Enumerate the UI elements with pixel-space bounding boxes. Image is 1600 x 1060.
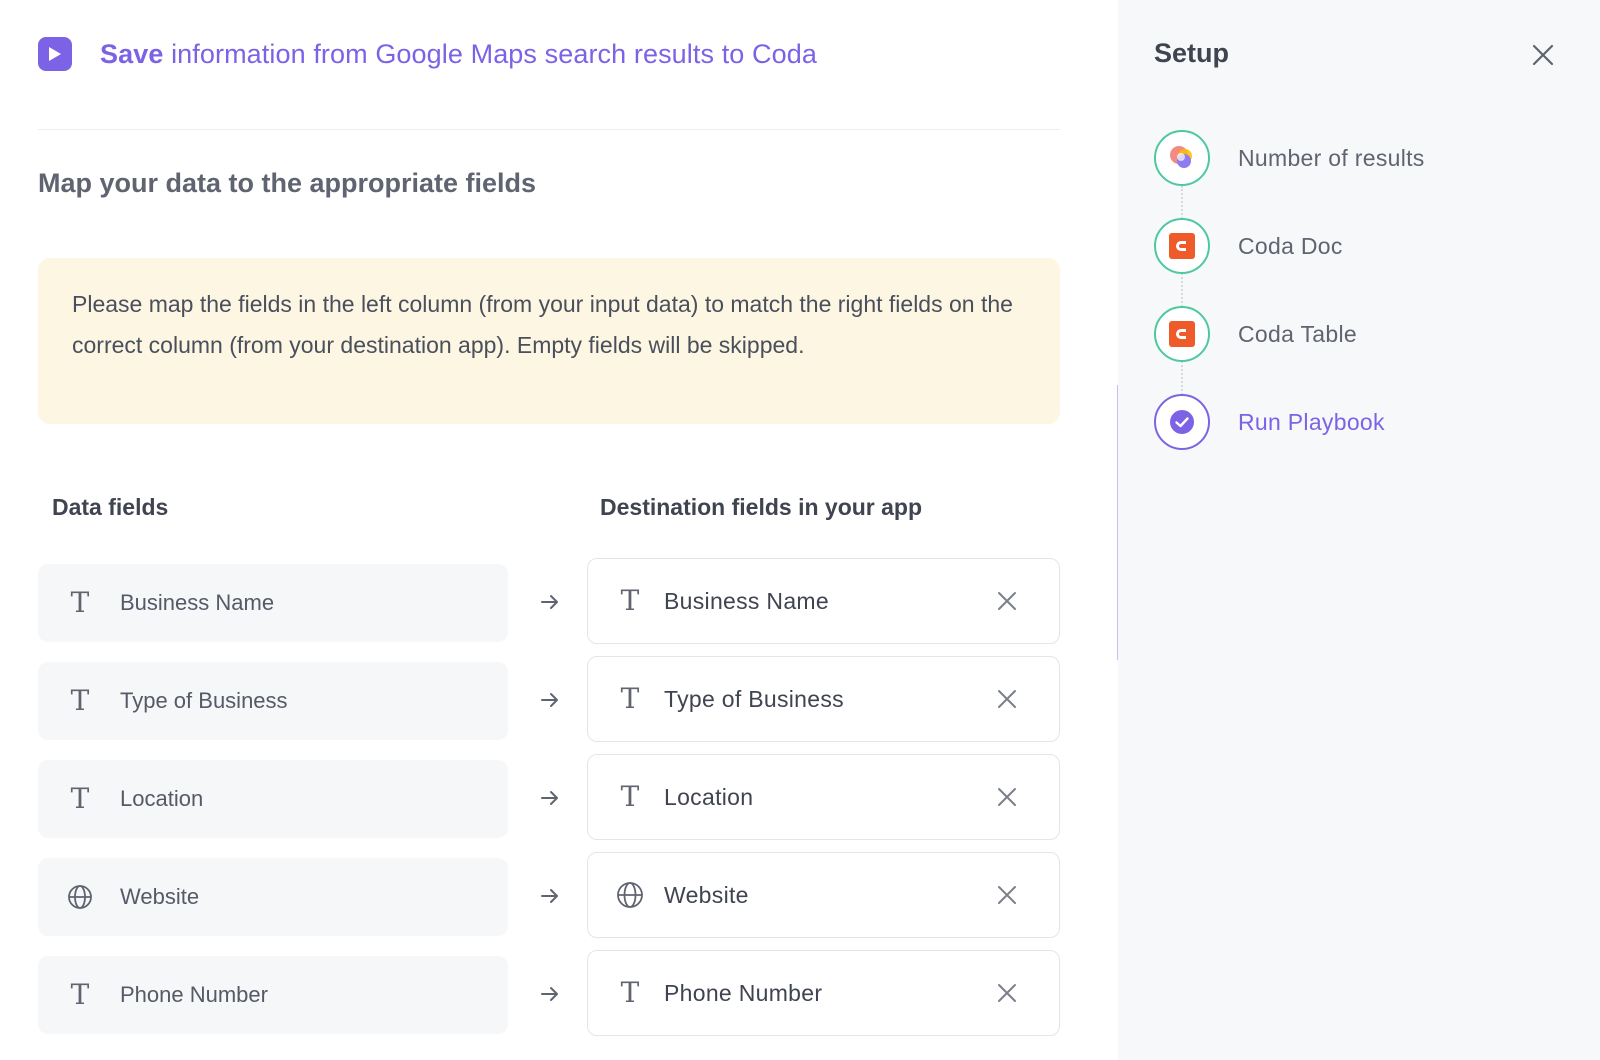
source-field: T Phone Number [38,956,508,1034]
coda-icon [1154,218,1210,274]
setup-title: Setup [1154,38,1230,68]
play-icon [38,37,72,71]
playbook-header: Save information from Google Maps search… [38,32,817,76]
source-field-label: Phone Number [120,982,268,1007]
check-circle-icon [1154,394,1210,450]
source-field-label: Website [120,884,200,909]
setup-step-coda-table[interactable]: Coda Table [1154,306,1554,362]
source-field-label: Business Name [120,590,275,615]
text-type-icon: T [70,586,90,619]
destination-field[interactable]: T Business Name [587,558,1060,644]
clear-field-icon[interactable] [993,783,1021,811]
destination-field-label: Type of Business [664,685,844,712]
playbook-title: Save information from Google Maps search… [100,39,817,70]
source-field: T Business Name [38,564,508,642]
text-type-icon: T [70,782,90,815]
globe-icon [60,884,100,910]
destination-field-label: Website [664,881,749,908]
source-field: Website [38,858,508,936]
step-label: Coda Doc [1238,232,1343,259]
destination-field-label: Business Name [664,587,829,614]
destination-field[interactable]: T Type of Business [587,656,1060,742]
step-label: Run Playbook [1238,408,1385,435]
destination-field-label: Phone Number [664,979,823,1006]
globe-icon [610,881,650,909]
setup-step-run-playbook[interactable]: Run Playbook [1154,394,1554,450]
text-type-icon: T [620,976,640,1009]
source-field: T Type of Business [38,662,508,740]
text-type-icon: T [70,684,90,717]
destination-field[interactable]: T Location [587,754,1060,840]
setup-step-coda-doc[interactable]: Coda Doc [1154,218,1554,274]
step-label: Coda Table [1238,320,1357,347]
playbook-title-rest: information from Google Maps search resu… [163,38,817,69]
mapping-row: T Phone Number T Phone Number [38,950,1060,1036]
mapping-row: Website Website [38,852,1060,938]
setup-step-number-of-results[interactable]: Number of results [1154,130,1554,186]
arrow-right-icon [535,776,565,820]
arrow-right-icon [535,972,565,1016]
close-icon[interactable] [1528,40,1558,70]
source-field-label: Location [120,786,204,811]
arrow-right-icon [535,580,565,624]
text-type-icon: T [620,682,640,715]
data-fields-heading: Data fields [52,494,169,520]
source-field: T Location [38,760,508,838]
coda-icon [1154,306,1210,362]
mapping-row: T Location T Location [38,754,1060,840]
section-title: Map your data to the appropriate fields [38,168,537,198]
mapping-row: T Business Name T Business Name [38,558,1060,644]
mapping-notice: Please map the fields in the left column… [38,258,1060,424]
clear-field-icon[interactable] [993,685,1021,713]
google-maps-icon [1154,130,1210,186]
source-field-label: Type of Business [120,688,288,713]
text-type-icon: T [620,584,640,617]
arrow-right-icon [535,678,565,722]
arrow-right-icon [535,874,565,918]
clear-field-icon[interactable] [993,881,1021,909]
header-divider [38,129,1060,130]
playbook-title-action: Save [100,38,164,69]
destination-field-label: Location [664,783,754,810]
text-type-icon: T [620,780,640,813]
clear-field-icon[interactable] [993,979,1021,1007]
step-label: Number of results [1238,144,1425,171]
destination-fields-heading: Destination fields in your app [600,494,923,520]
destination-field[interactable]: Website [587,852,1060,938]
setup-sidebar: Setup Number of results Coda Doc Coda Ta… [1118,0,1600,1060]
clear-field-icon[interactable] [993,587,1021,615]
text-type-icon: T [70,978,90,1011]
mapping-row: T Type of Business T Type of Business [38,656,1060,742]
main-panel: Save information from Google Maps search… [0,0,1118,1060]
destination-field[interactable]: T Phone Number [587,950,1060,1036]
